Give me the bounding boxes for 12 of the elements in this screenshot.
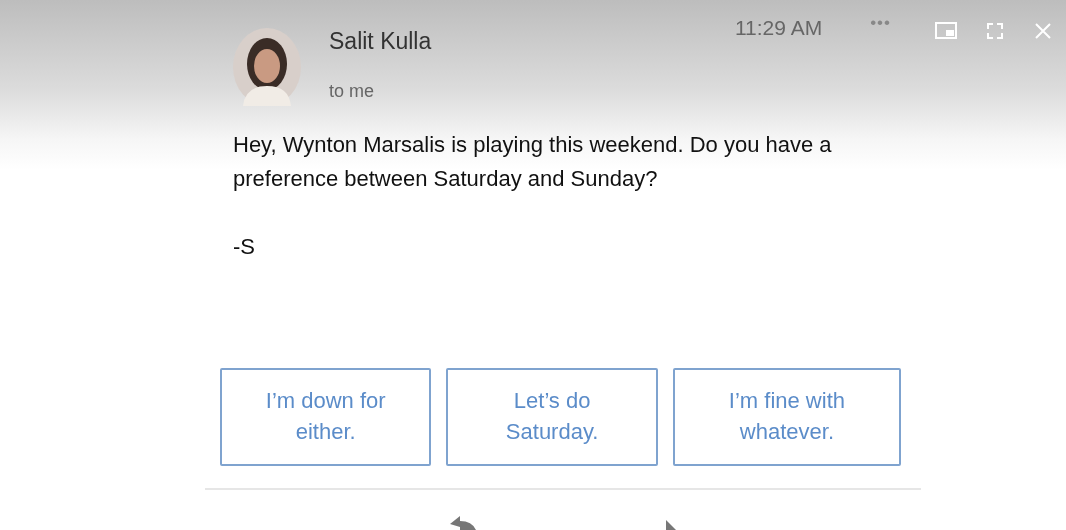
suggested-reply-button[interactable]: I’m down for either.: [220, 368, 432, 466]
message-text: Hey, Wynton Marsalis is playing this weekend. Do you have a preference between Saturday and Sunday?: [233, 131, 833, 194]
reply-icon[interactable]: [448, 514, 478, 530]
suggested-reply-button[interactable]: I’m fine with whatever.: [672, 368, 901, 466]
sender-name: Salit Kulla: [329, 28, 433, 56]
suggested-reply-button[interactable]: Let’s do Saturday.: [446, 368, 658, 466]
more-menu[interactable]: •••: [870, 10, 891, 106]
message-text: -S: [233, 233, 256, 262]
fullscreen-icon[interactable]: [984, 20, 1006, 42]
timestamp: 11:29 AM: [734, 15, 823, 41]
recipient-label: to me: [329, 79, 376, 103]
picture-in-picture-icon[interactable]: [934, 20, 958, 42]
